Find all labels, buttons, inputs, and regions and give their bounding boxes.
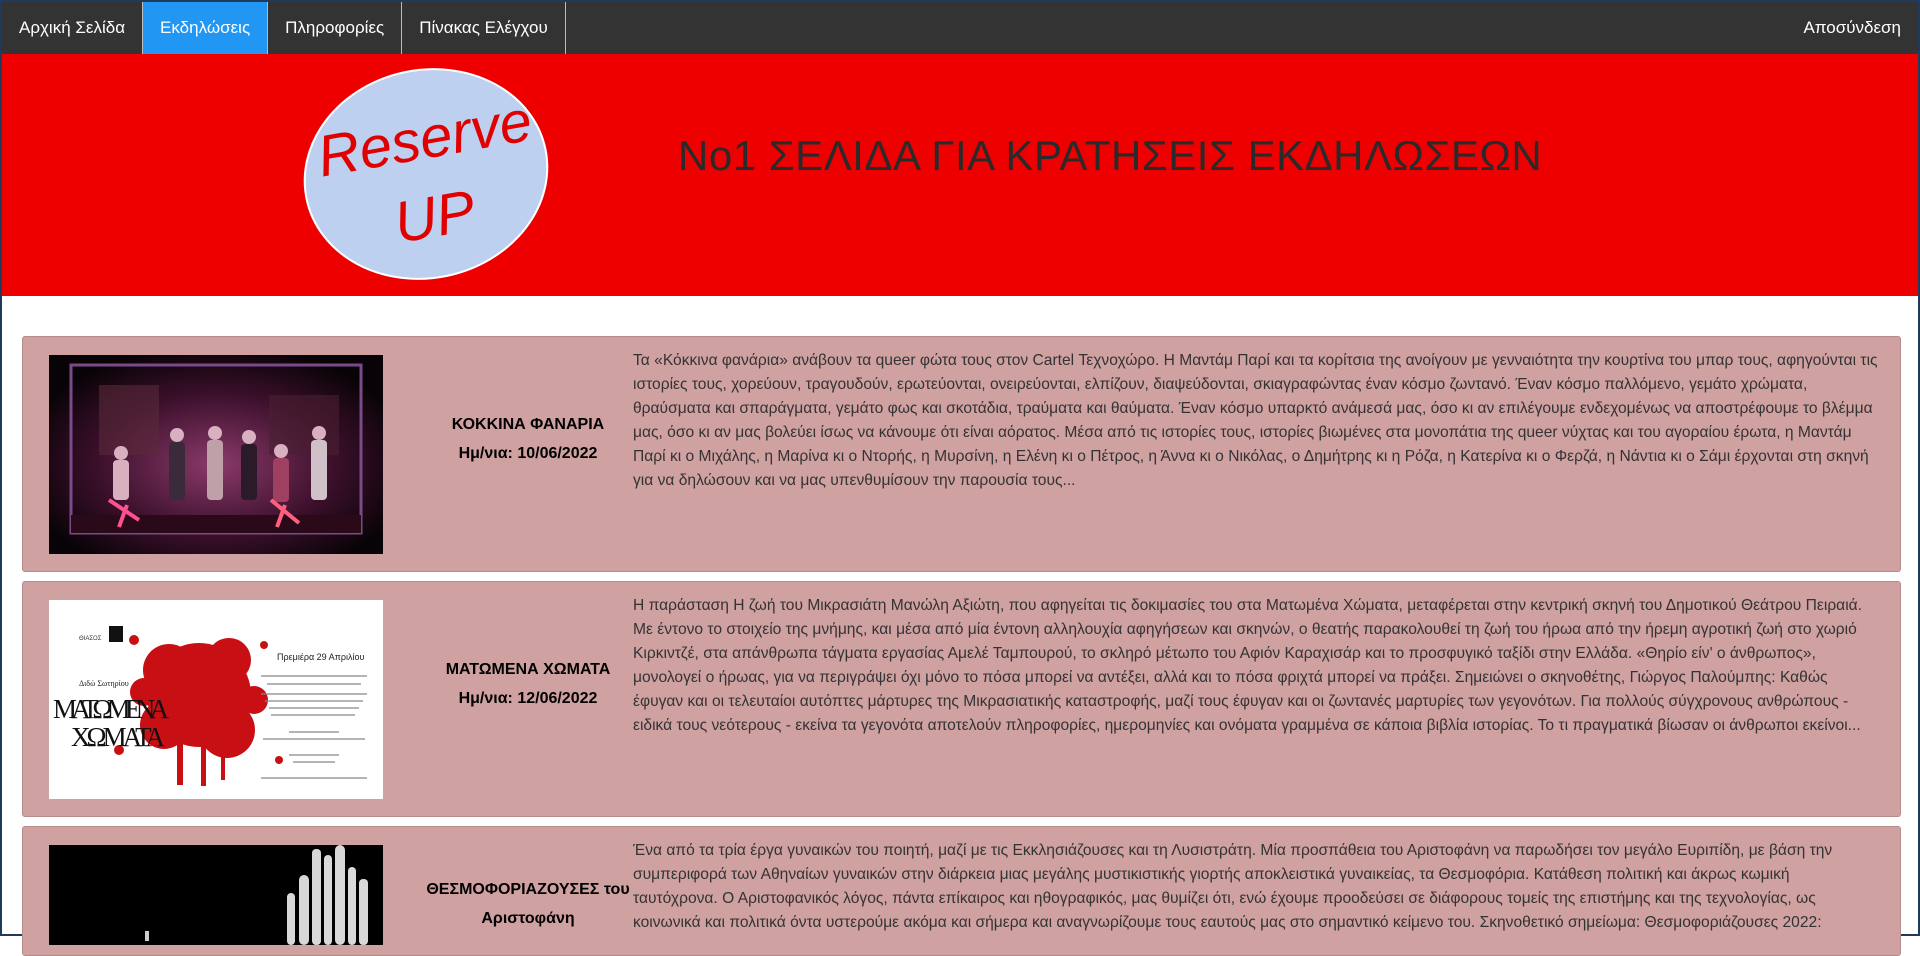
poster-title-line2: ΧΩΜΑΤΑ xyxy=(71,722,166,752)
event-card: ΘΙΑΣΟΣ Διδώ Σωτηρίου ΜΑΤΩΜΕΝΑ ΧΩΜΑΤΑ Πρε… xyxy=(22,581,1901,817)
poster-company: ΘΙΑΣΟΣ xyxy=(79,636,102,642)
event-image-kokkina-fanaria[interactable] xyxy=(49,355,383,554)
event-title[interactable]: ΚΟΚΚΙΝΑ ΦΑΝΑΡΙΑ xyxy=(398,410,658,439)
logout-link[interactable]: Αποσύνδεση xyxy=(1786,2,1918,54)
event-info: ΘΕΣΜΟΦΟΡΙΑΖΟΥΣΕΣ του Αριστοφάνη xyxy=(398,875,658,933)
nav-item-events[interactable]: Εκδηλώσεις xyxy=(143,2,269,54)
event-card: ΘΕΣΜΟΦΟΡΙΑΖΟΥΣΕΣ του Αριστοφάνη Ένα από … xyxy=(22,826,1901,956)
event-description: Η παράσταση Η ζωή του Μικρασιάτη Μανώλη … xyxy=(633,597,1863,734)
top-navbar: Αρχική Σελίδα Εκδηλώσεις Πληροφορίες Πίν… xyxy=(2,2,1918,54)
nav-item-info[interactable]: Πληροφορίες xyxy=(268,2,403,54)
event-title[interactable]: ΜΑΤΩΜΕΝΑ ΧΩΜΑΤΑ xyxy=(398,655,658,684)
nav-item-home[interactable]: Αρχική Σελίδα xyxy=(2,2,144,54)
poster-author: Διδώ Σωτηρίου xyxy=(79,679,129,688)
header-banner: Reserve UP No1 ΣΕΛΙΔΑ ΓΙΑ ΚΡΑΤΗΣΕΙΣ ΕΚΔΗ… xyxy=(2,54,1918,296)
logo-text-line2: UP xyxy=(389,178,480,256)
event-date: Ημ/νια: 10/06/2022 xyxy=(458,445,598,462)
event-date: Ημ/νια: 12/06/2022 xyxy=(458,690,598,707)
poster-premiere: Πρεμιέρα 29 Απριλίου xyxy=(277,652,365,662)
event-card: ΚΟΚΚΙΝΑ ΦΑΝΑΡΙΑ Ημ/νια: 10/06/2022 Τα «Κ… xyxy=(22,336,1901,572)
event-info: ΚΟΚΚΙΝΑ ΦΑΝΑΡΙΑ Ημ/νια: 10/06/2022 xyxy=(398,410,658,468)
event-image-thesmoforiazouses[interactable] xyxy=(49,845,383,945)
event-image-matomena-xomata[interactable]: ΘΙΑΣΟΣ Διδώ Σωτηρίου ΜΑΤΩΜΕΝΑ ΧΩΜΑΤΑ Πρε… xyxy=(49,600,383,799)
event-description: Ένα από τα τρία έργα γυναικών του ποιητή… xyxy=(633,842,1833,931)
stage-scene-image xyxy=(49,355,383,554)
poster-title-line1: ΜΑΤΩΜΕΝΑ xyxy=(53,694,170,724)
stage-scene-image xyxy=(49,845,383,945)
reserveup-logo[interactable]: Reserve UP xyxy=(302,68,550,280)
event-info: ΜΑΤΩΜΕΝΑ ΧΩΜΑΤΑ Ημ/νια: 12/06/2022 xyxy=(398,655,658,713)
event-description: Τα «Κόκκινα φανάρια» ανάβουν τα queer φώ… xyxy=(633,352,1878,489)
event-title[interactable]: ΘΕΣΜΟΦΟΡΙΑΖΟΥΣΕΣ του Αριστοφάνη xyxy=(398,875,658,933)
banner-title: No1 ΣΕΛΙΔΑ ΓΙΑ ΚΡΑΤΗΣΕΙΣ ΕΚΔΗΛΩΣΕΩΝ xyxy=(678,132,1543,179)
nav-item-dashboard[interactable]: Πίνακας Ελέγχου xyxy=(402,2,566,54)
poster-image: ΘΙΑΣΟΣ Διδώ Σωτηρίου ΜΑΤΩΜΕΝΑ ΧΩΜΑΤΑ Πρε… xyxy=(49,600,383,799)
